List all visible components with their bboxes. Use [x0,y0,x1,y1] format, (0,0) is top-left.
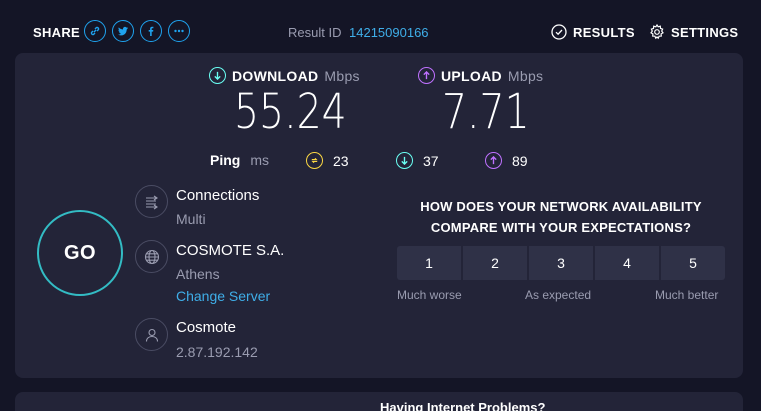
ping-idle: 23 [306,152,349,169]
idle-latency-icon [306,152,323,169]
upload-label: UPLOAD [441,67,502,84]
ping-download-value: 37 [423,152,439,169]
connections-title: Connections [176,187,260,204]
ping-download: 37 [396,152,439,169]
rating-option-1[interactable]: 1 [397,246,461,280]
results-button[interactable]: RESULTS [551,24,635,40]
server-host: COSMOTE S.A. [176,242,285,259]
download-arrow-icon [209,67,226,84]
scale-low-label: Much worse [397,288,462,302]
scale-high-label: Much better [655,288,719,302]
result-id-link[interactable]: 14215090166 [349,25,429,40]
link-icon[interactable] [84,20,106,42]
help-panel [15,392,743,411]
settings-button[interactable]: SETTINGS [649,24,738,40]
gear-icon [650,24,664,40]
ping-upload-value: 89 [512,152,528,169]
survey-question: HOW DOES YOUR NETWORK AVAILABILITY COMPA… [420,199,702,235]
ping-label-group: Ping ms [210,152,269,168]
settings-label: SETTINGS [671,24,739,40]
globe-icon [135,240,168,273]
rating-option-3[interactable]: 3 [529,246,593,280]
connections-icon [135,185,168,218]
change-server-link[interactable]: Change Server [176,288,270,304]
scale-mid-label: As expected [525,288,592,302]
isp-name: Cosmote [176,319,237,336]
upload-unit: Mbps [507,67,544,84]
server-location: Athens [176,266,220,282]
download-latency-icon [396,152,413,169]
result-id-label: Result ID [288,25,342,40]
go-button[interactable]: GO [37,210,123,296]
rating-option-2[interactable]: 2 [463,246,527,280]
ping-label: Ping [210,152,241,168]
download-label: DOWNLOAD [232,67,319,84]
more-icon[interactable] [168,20,190,42]
user-icon [135,318,168,351]
ping-unit: ms [250,152,270,168]
help-title: Having Internet Problems? [380,400,546,411]
upload-speed-value: 7.71 [442,84,530,140]
connections-mode[interactable]: Multi [176,211,206,227]
upload-latency-icon [485,152,502,169]
upload-header: UPLOAD Mbps [418,67,543,84]
ip-address: 2.87.192.142 [176,344,258,360]
download-unit: Mbps [324,67,360,84]
upload-arrow-icon [418,67,435,84]
ping-idle-value: 23 [333,152,349,169]
rating-scale: 1 2 3 4 5 [397,246,725,280]
ping-upload: 89 [485,152,528,169]
rating-option-4[interactable]: 4 [595,246,659,280]
share-label: SHARE [33,25,81,40]
rating-option-5[interactable]: 5 [661,246,725,280]
download-header: DOWNLOAD Mbps [209,67,360,84]
twitter-icon[interactable] [112,20,134,42]
check-circle-icon [551,24,567,40]
results-label: RESULTS [573,24,635,40]
download-speed-value: 55.24 [234,84,347,140]
facebook-icon[interactable] [140,20,162,42]
